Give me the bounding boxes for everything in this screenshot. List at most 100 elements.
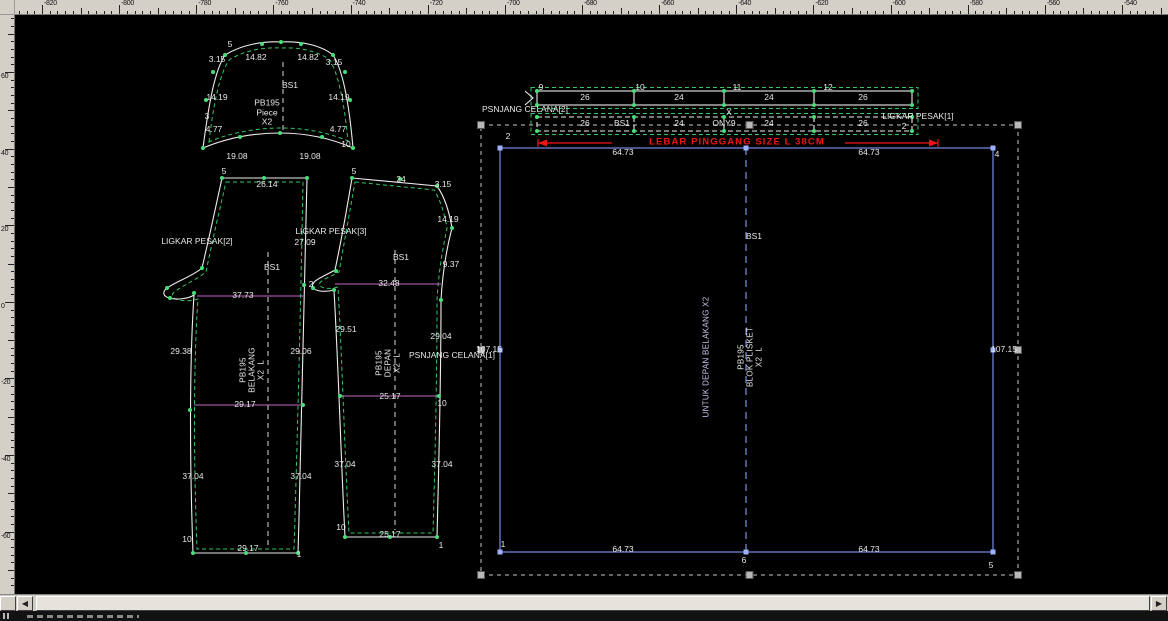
ruler-tick — [567, 11, 568, 14]
ruler-tick — [27, 11, 28, 14]
ruler-tick — [11, 287, 14, 288]
ruler-label: -60 — [1, 533, 10, 540]
ruler-tick — [1045, 5, 1046, 14]
piece-waistband[interactable] — [201, 40, 355, 150]
ruler-tick — [111, 11, 112, 14]
ruler-tick — [297, 11, 298, 14]
ruler-vertical: 6040200-20-40-60 — [0, 14, 15, 594]
ruler-tick — [11, 401, 14, 402]
ruler-tick — [312, 8, 313, 14]
ruler-label: -760 — [275, 0, 288, 7]
ruler-tick — [243, 11, 244, 14]
status-bar — [0, 611, 1168, 621]
ruler-tick — [289, 11, 290, 14]
ruler-tick — [327, 11, 328, 14]
ruler-label: -600 — [893, 0, 906, 7]
ruler-tick — [644, 11, 645, 14]
ruler-tick — [613, 11, 614, 14]
ruler-tick — [559, 11, 560, 14]
ruler-tick — [11, 126, 14, 127]
ruler-label: -20 — [1, 379, 10, 386]
ruler-tick — [389, 8, 390, 14]
ruler-tick — [11, 248, 14, 249]
piece-waistband-strip-bottom[interactable] — [531, 114, 918, 135]
ruler-tick — [227, 11, 228, 14]
ruler-tick — [11, 179, 14, 180]
ruler-tick — [813, 5, 814, 14]
ruler-label: -640 — [738, 0, 751, 7]
ruler-tick — [8, 110, 14, 111]
ruler-tick — [135, 11, 136, 14]
ruler-tick — [960, 11, 961, 14]
ruler-tick — [11, 486, 14, 487]
ruler-tick — [19, 11, 20, 14]
selection-box[interactable] — [478, 122, 1022, 579]
ruler-tick — [1029, 11, 1030, 14]
ruler-tick — [883, 11, 884, 14]
piece-waistband-strip-top[interactable] — [525, 88, 918, 109]
ruler-tick — [605, 11, 606, 14]
ruler-tick — [405, 11, 406, 14]
drawing-canvas[interactable]: 53.1514.8214.823.15BS1PB195 Piece X214.1… — [14, 14, 1168, 594]
ruler-tick — [11, 195, 14, 196]
ruler-tick — [212, 11, 213, 14]
ruler-tick — [81, 8, 82, 14]
ruler-tick — [1022, 11, 1023, 14]
ruler-tick — [435, 11, 436, 14]
ruler-tick — [860, 11, 861, 14]
piece-blok-plisket[interactable] — [498, 146, 996, 555]
piece-belakang[interactable] — [164, 176, 309, 555]
ruler-tick — [11, 424, 14, 425]
ruler-tick — [11, 332, 14, 333]
ruler-tick — [11, 348, 14, 349]
ruler-tick — [929, 8, 930, 14]
ruler-tick — [1091, 11, 1092, 14]
ruler-tick — [983, 11, 984, 14]
ruler-tick — [759, 11, 760, 14]
scrollbar-corner-box — [0, 596, 16, 611]
ruler-tick — [181, 11, 182, 14]
ruler-tick — [1161, 8, 1162, 14]
ruler-tick — [281, 11, 282, 14]
ruler-tick — [898, 11, 899, 14]
scroll-right-button[interactable]: ▶ — [1151, 596, 1167, 611]
ruler-label: -740 — [353, 0, 366, 7]
piece-depan[interactable] — [311, 176, 454, 539]
scroll-left-button[interactable]: ◀ — [17, 596, 33, 611]
ruler-label: -620 — [815, 0, 828, 7]
ruler-tick — [11, 256, 14, 257]
ruler-tick — [628, 11, 629, 14]
ruler-tick — [999, 11, 1000, 14]
ruler-tick — [1076, 11, 1077, 14]
ruler-label: -40 — [1, 456, 10, 463]
ruler-tick — [651, 11, 652, 14]
ruler-tick — [11, 478, 14, 479]
ruler-tick — [621, 8, 622, 14]
ruler-tick — [682, 11, 683, 14]
ruler-tick — [505, 5, 506, 14]
ruler-tick — [8, 264, 14, 265]
ruler-label: -700 — [507, 0, 520, 7]
ruler-tick — [636, 11, 637, 14]
ruler-tick — [11, 363, 14, 364]
ruler-label: -800 — [121, 0, 134, 7]
ruler-tick — [57, 11, 58, 14]
ruler-tick — [968, 5, 969, 14]
ruler-tick — [852, 8, 853, 14]
status-glyph — [27, 615, 139, 618]
ruler-tick — [829, 11, 830, 14]
ruler-tick — [891, 5, 892, 14]
ruler-tick — [736, 5, 737, 14]
scrollbar-horizontal[interactable]: ◀ ▶ — [0, 594, 1168, 612]
ruler-tick — [11, 547, 14, 548]
ruler-tick — [127, 11, 128, 14]
ruler-tick — [204, 11, 205, 14]
ruler-tick — [50, 11, 51, 14]
ruler-tick — [528, 11, 529, 14]
ruler-tick — [11, 555, 14, 556]
ruler-tick — [482, 11, 483, 14]
ruler-tick — [258, 11, 259, 14]
ruler-tick — [1099, 11, 1100, 14]
scrollbar-thumb[interactable] — [36, 596, 1150, 611]
ruler-tick — [705, 11, 706, 14]
